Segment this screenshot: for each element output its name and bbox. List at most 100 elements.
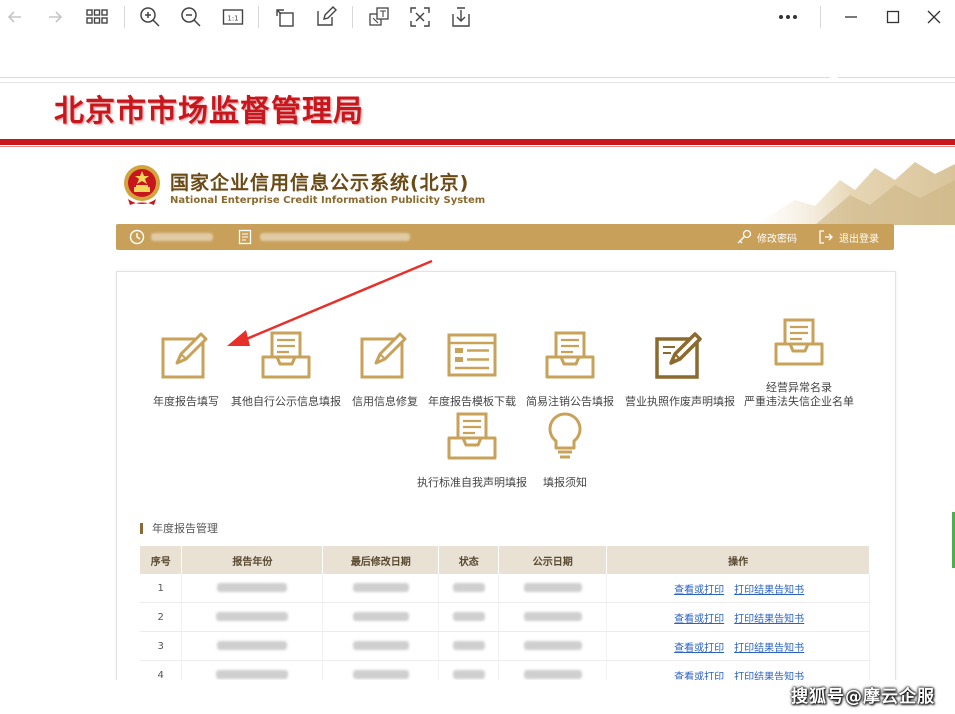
minimize-icon[interactable] (838, 4, 864, 30)
tile-label: 执行标准自我声明填报 (417, 476, 527, 489)
row-actions: 查看或打印 打印结果告知书 (606, 631, 870, 661)
tile-other-disclosure[interactable]: 其他自行公示信息填报 (228, 329, 344, 409)
address-divider-right (838, 77, 955, 78)
tile-label: 其他自行公示信息填报 (231, 395, 341, 408)
zoom-in-icon[interactable] (137, 4, 163, 30)
redacted-cell (181, 574, 324, 603)
view-print-link[interactable]: 查看或打印 (674, 614, 724, 625)
tile-annual-report[interactable]: 年度报告填写 (148, 329, 224, 409)
screenshot-icon[interactable] (407, 4, 433, 30)
print-notice-link[interactable]: 打印结果告知书 (734, 585, 804, 596)
actual-size-icon[interactable]: 1:1 (220, 4, 246, 30)
system-subtitle: National Enterprise Credit Information P… (170, 195, 486, 206)
section-title: 年度报告管理 (140, 521, 218, 535)
translate-icon[interactable] (366, 4, 392, 30)
tile-label: 经营异常名录 (766, 381, 832, 394)
redacted-cell (322, 574, 440, 603)
row-actions: 查看或打印 打印结果告知书 (606, 602, 870, 632)
tile-license-void[interactable]: 营业执照作废声明填报 (622, 329, 738, 409)
inbox-tray-icon (774, 318, 824, 366)
redacted-cell (438, 602, 500, 632)
clock-icon (129, 224, 213, 250)
section-marker (140, 522, 143, 534)
red-header-line (0, 146, 955, 147)
red-header-bar (0, 139, 955, 145)
svg-text:1:1: 1:1 (227, 15, 238, 23)
redacted-cell (498, 602, 608, 632)
logout-link[interactable]: 退出登录 (818, 224, 879, 250)
header-actions: 操作 (606, 546, 870, 574)
key-icon (737, 229, 752, 244)
redacted-cell (438, 574, 500, 603)
row-no: 2 (140, 602, 183, 632)
logout-label: 退出登录 (839, 233, 879, 245)
table-header-row: 序号 报告年份 最后修改日期 状态 公示日期 操作 (140, 546, 870, 574)
table-row: 2 查看或打印 打印结果告知书 (140, 602, 870, 632)
download-icon[interactable] (448, 4, 474, 30)
watermark-text: 搜狐号@摩云企服 (791, 687, 935, 707)
view-print-link[interactable]: 查看或打印 (674, 643, 724, 654)
change-password-link[interactable]: 修改密码 (736, 224, 797, 250)
page-top-border (0, 82, 955, 83)
national-emblem-icon (124, 165, 160, 205)
tile-filling-notes[interactable]: 填报须知 (530, 410, 600, 490)
tile-simple-deregistration[interactable]: 简易注销公告填报 (522, 329, 618, 409)
header-status: 状态 (438, 546, 500, 574)
lightbulb-icon (548, 412, 582, 459)
tile-standard-declaration[interactable]: 执行标准自我声明填报 (413, 410, 531, 490)
tile-template-download[interactable]: 年度报告模板下载 (424, 329, 520, 409)
maximize-icon[interactable] (880, 4, 906, 30)
tile-label: 年度报告模板下载 (428, 395, 516, 408)
edit-icon[interactable] (313, 4, 339, 30)
redacted-cell (181, 602, 324, 632)
inbox-tray-icon (447, 412, 497, 460)
system-title: 国家企业信用信息公示系统(北京) (170, 172, 470, 194)
pencil-board-icon (655, 332, 702, 379)
tile-label: 简易注销公告填报 (526, 395, 614, 408)
pencil-board-icon (360, 332, 407, 379)
redacted-cell (438, 631, 500, 661)
redacted-cell (322, 631, 440, 661)
browser-toolbar: 1:1 (0, 0, 955, 34)
header-publish-date: 公示日期 (498, 546, 608, 574)
zoom-out-icon[interactable] (178, 4, 204, 30)
document-icon (238, 224, 410, 250)
address-area (0, 34, 955, 80)
address-divider (0, 77, 830, 78)
tile-credit-repair[interactable]: 信用信息修复 (347, 329, 423, 409)
print-notice-link[interactable]: 打印结果告知书 (734, 614, 804, 625)
close-icon[interactable] (921, 4, 947, 30)
bureau-title: 北京市市场监督管理局 (54, 94, 364, 129)
header-year: 报告年份 (181, 546, 324, 574)
more-icon[interactable] (775, 4, 801, 30)
inbox-tray-icon (261, 331, 311, 379)
tile-label: 填报须知 (543, 476, 587, 489)
logout-icon (819, 230, 833, 244)
pencil-board-icon (161, 332, 208, 379)
row-no: 3 (140, 631, 183, 661)
template-form-icon (447, 333, 497, 377)
redacted-cell (498, 631, 608, 661)
row-no: 1 (140, 574, 183, 603)
view-print-link[interactable]: 查看或打印 (674, 585, 724, 596)
tile-label: 信用信息修复 (352, 395, 418, 408)
row-actions: 查看或打印 打印结果告知书 (606, 574, 870, 603)
print-notice-link[interactable]: 打印结果告知书 (734, 643, 804, 654)
redacted-cell (498, 574, 608, 603)
header-modified: 最后修改日期 (322, 546, 440, 574)
section-title-text: 年度报告管理 (152, 522, 218, 535)
inbox-tray-icon (545, 331, 595, 379)
back-arrow-icon[interactable] (2, 4, 28, 30)
tile-abnormal-list[interactable]: 经营异常名录 严重违法失信企业名单 (740, 316, 858, 409)
tile-label: 营业执照作废声明填报 (625, 395, 735, 408)
forward-arrow-icon[interactable] (42, 4, 68, 30)
annual-report-table: 序号 报告年份 最后修改日期 状态 公示日期 操作 1 查看或打印 打印结果告知书… (140, 546, 870, 690)
header-no: 序号 (140, 546, 183, 574)
table-row: 1 查看或打印 打印结果告知书 (140, 574, 870, 603)
grid-icon[interactable] (84, 4, 110, 30)
table-row: 3 查看或打印 打印结果告知书 (140, 631, 870, 661)
rotate-icon[interactable] (272, 4, 298, 30)
redacted-cell (181, 631, 324, 661)
change-password-label: 修改密码 (757, 233, 797, 245)
redacted-cell (322, 602, 440, 632)
